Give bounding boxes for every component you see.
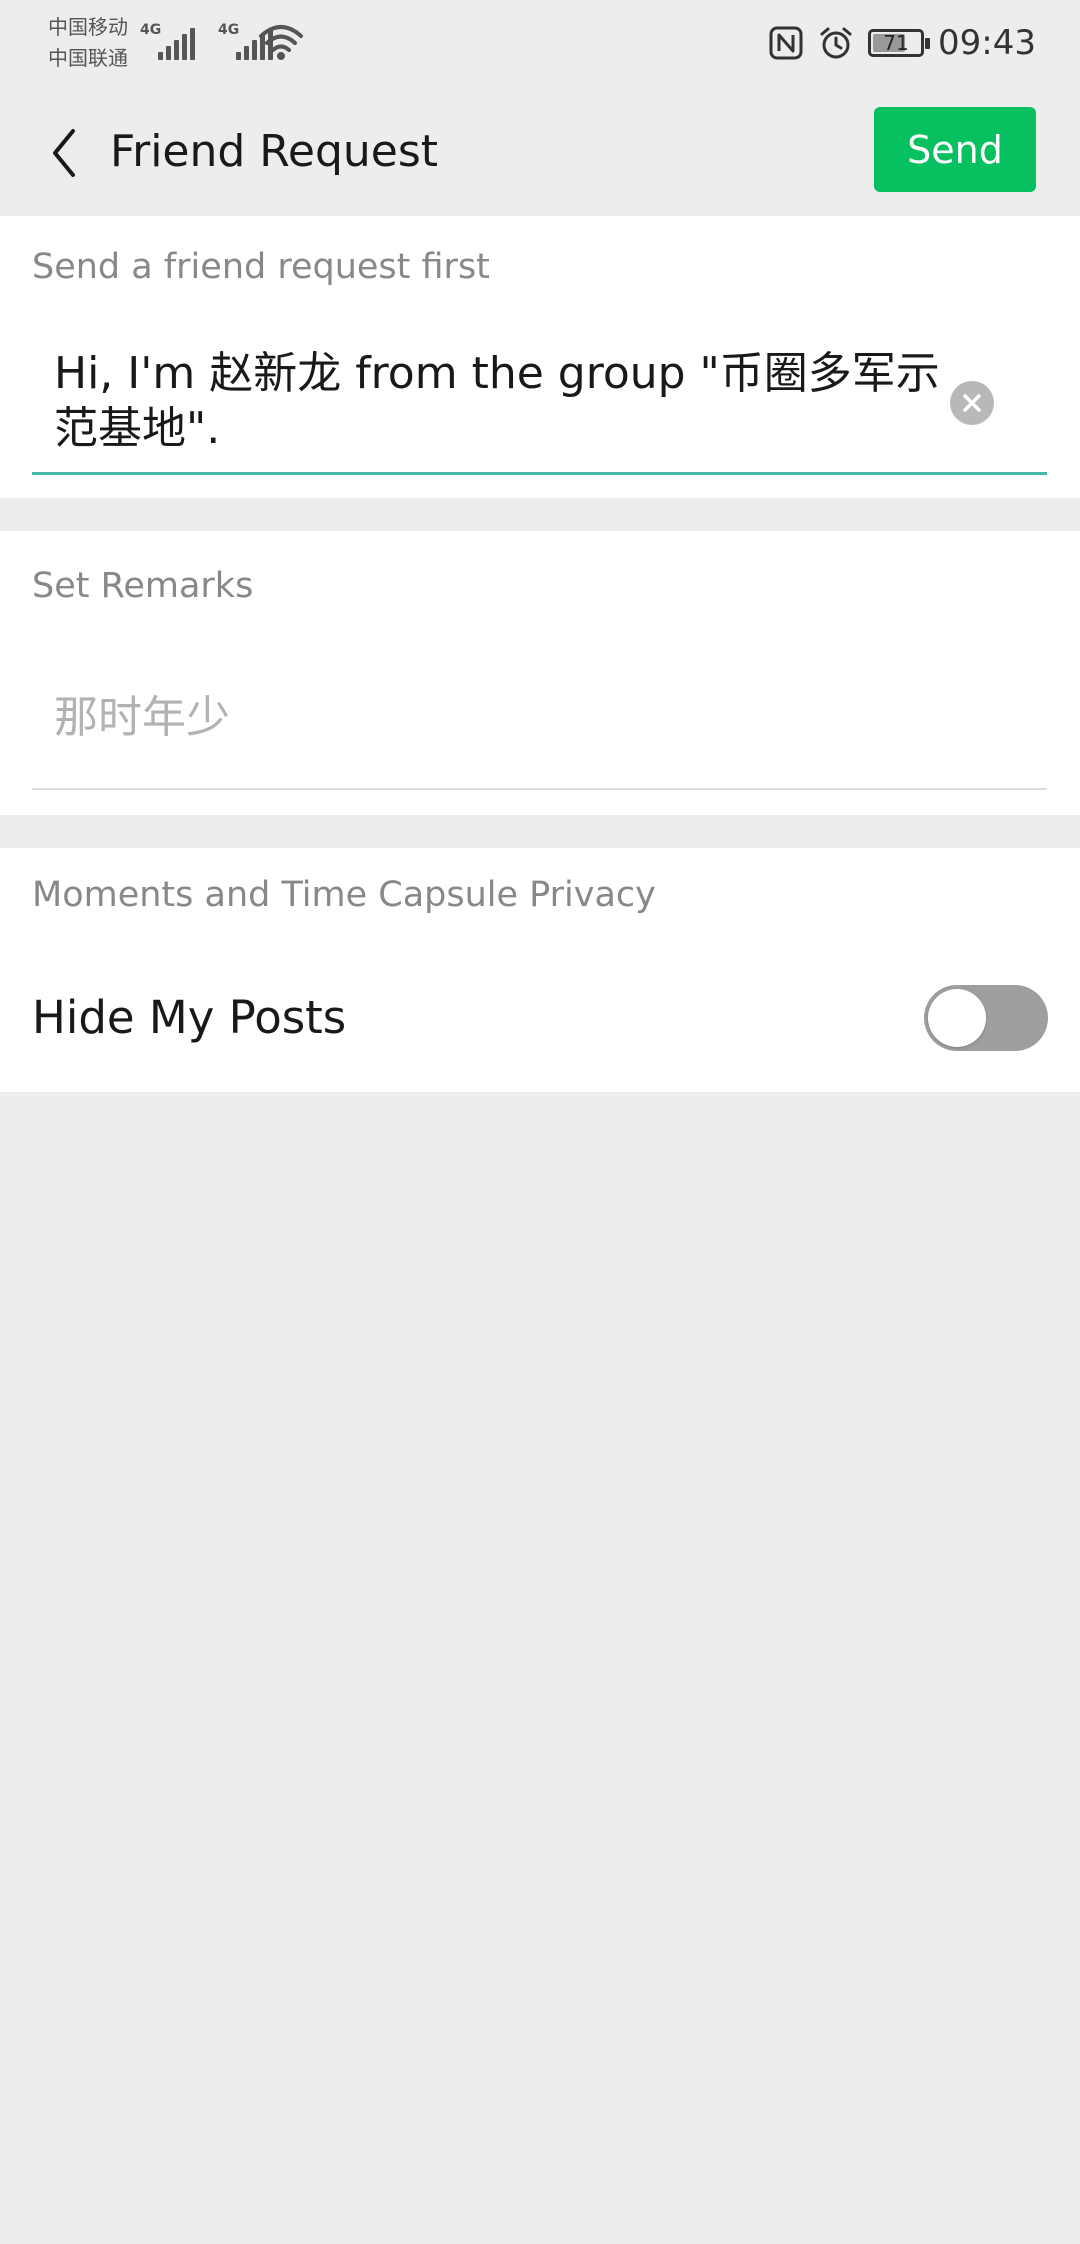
wifi-icon — [259, 25, 303, 60]
request-message-field[interactable]: Hi, I'm 赵新龙 from the group "币圈多军示范基地". — [54, 346, 944, 456]
remarks-field-underline — [32, 788, 1047, 790]
toggle-knob — [928, 989, 986, 1047]
remarks-label: Set Remarks — [32, 566, 254, 606]
send-button[interactable]: Send — [874, 107, 1036, 192]
remarks-section: Set Remarks — [0, 531, 1080, 815]
carrier-names: 中国移动 中国联通 — [48, 12, 144, 74]
status-right-group: 71 09:43 — [768, 18, 1036, 68]
nfc-icon — [769, 26, 803, 60]
network-type-1: 4G — [140, 22, 162, 38]
nav-bar: Friend Request Send — [0, 100, 1080, 204]
clear-message-button[interactable] — [950, 381, 994, 425]
status-time: 09:43 — [938, 23, 1036, 63]
hide-my-posts-label: Hide My Posts — [32, 991, 347, 1044]
signal-icon: 4G — [140, 22, 196, 62]
status-bar: 中国移动 中国联通 4G 4G 71 09:43 — [0, 0, 1080, 88]
remarks-input[interactable] — [54, 687, 1014, 747]
privacy-section: Moments and Time Capsule Privacy Hide My… — [0, 848, 1080, 1092]
page-title: Friend Request — [110, 126, 439, 177]
request-message-section: Send a friend request first Hi, I'm 赵新龙 … — [0, 216, 1080, 498]
alarm-icon — [820, 27, 852, 59]
clear-circle-icon — [963, 394, 981, 412]
battery-icon: 71 — [868, 29, 931, 57]
back-button[interactable] — [30, 118, 100, 188]
carrier-2: 中国联通 — [48, 46, 128, 70]
friend-request-screen: 中国移动 中国联通 4G 4G 71 09:43 Friend Request … — [0, 0, 1080, 2244]
chevron-left-icon — [53, 129, 75, 177]
network-type-2: 4G — [218, 22, 240, 38]
message-field-underline — [32, 472, 1047, 475]
hide-my-posts-toggle[interactable] — [924, 985, 1048, 1051]
request-message-label: Send a friend request first — [32, 247, 490, 287]
privacy-label: Moments and Time Capsule Privacy — [32, 875, 656, 915]
carrier-1: 中国移动 — [48, 15, 128, 39]
battery-level: 71 — [883, 31, 909, 55]
